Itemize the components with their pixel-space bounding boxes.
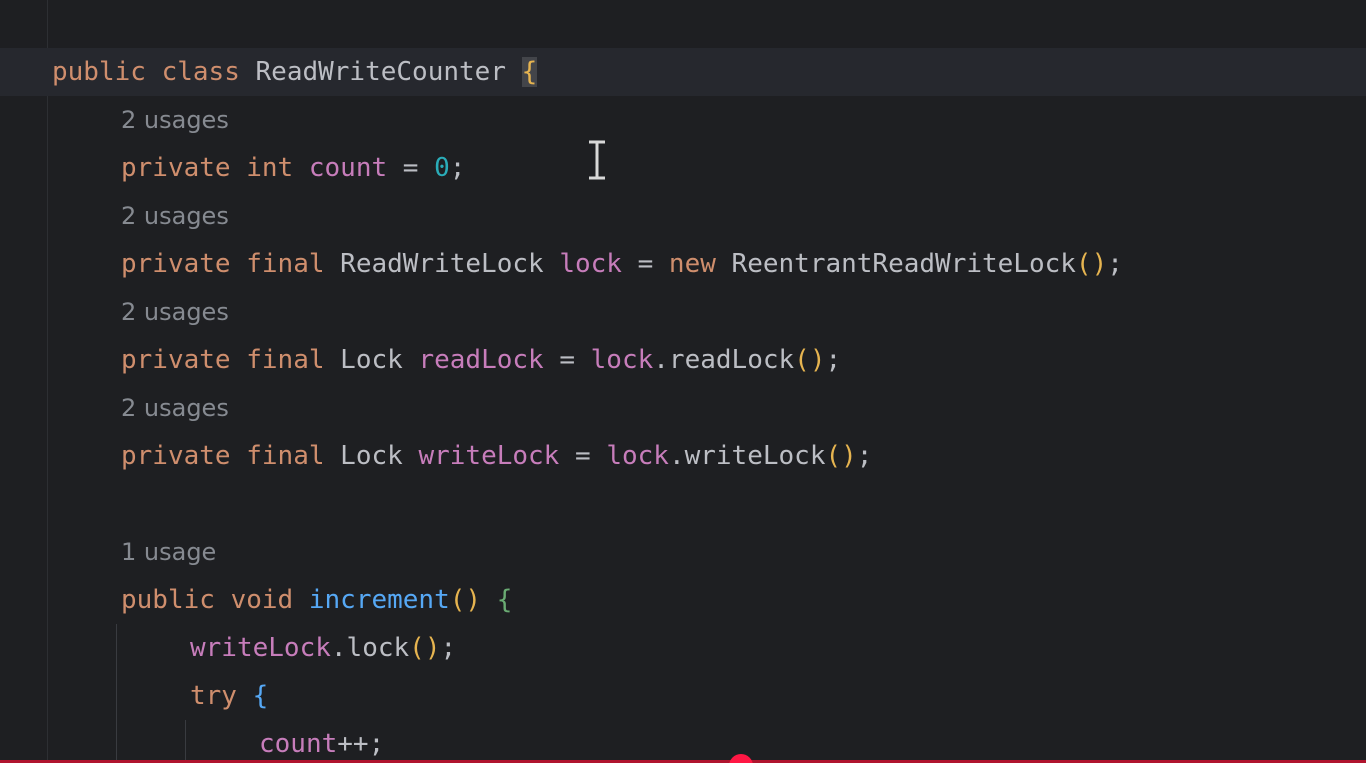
field-count: count xyxy=(259,729,338,759)
method-name-increment: increment xyxy=(308,585,450,615)
lock-reference: lock xyxy=(590,345,654,375)
write-lock-reference: writeLock xyxy=(190,633,331,663)
keyword-final: final xyxy=(246,441,325,471)
code-line-increment-declaration[interactable]: public void increment() { xyxy=(121,576,512,624)
usages-hint-write-lock[interactable]: 2 usages xyxy=(121,384,229,432)
code-line-try[interactable]: try { xyxy=(190,672,268,720)
field-lock: lock xyxy=(559,249,622,279)
indent-guide-method xyxy=(116,624,117,763)
keyword-public: public xyxy=(52,57,146,87)
usages-hint-lock[interactable]: 2 usages xyxy=(121,192,229,240)
parens: () xyxy=(1075,249,1108,279)
method-lock: .lock xyxy=(330,633,410,663)
number-literal: 0 xyxy=(434,153,450,183)
recording-indicator-icon xyxy=(729,754,753,763)
parens: () xyxy=(794,345,826,375)
assign-operator: = xyxy=(559,345,575,375)
method-open-brace: { xyxy=(496,585,513,615)
semicolon: ; xyxy=(449,153,466,183)
type-lock: Lock xyxy=(340,441,403,471)
lock-reference: lock xyxy=(606,441,669,471)
code-line-write-lock-call[interactable]: writeLock.lock(); xyxy=(190,624,456,672)
indent-guide-try xyxy=(185,720,186,763)
usages-hint-increment[interactable]: 1 usage xyxy=(121,528,216,576)
gutter-divider xyxy=(47,0,48,763)
code-editor[interactable]: public class ReadWriteCounter { 2 usages… xyxy=(0,0,1366,763)
keyword-new: new xyxy=(668,249,716,279)
semicolon: ; xyxy=(440,633,457,663)
constructor-name: ReentrantReadWriteLock xyxy=(731,249,1076,279)
semicolon: ; xyxy=(825,345,842,375)
text-cursor-icon xyxy=(589,140,605,180)
keyword-final: final xyxy=(246,345,325,375)
keyword-int: int xyxy=(246,153,294,183)
field-read-lock: readLock xyxy=(418,345,544,375)
method-write-lock: .writeLock xyxy=(668,441,826,471)
try-open-brace: { xyxy=(252,681,269,711)
keyword-void: void xyxy=(230,585,294,615)
code-line-read-lock-field[interactable]: private final Lock readLock = lock.readL… xyxy=(121,336,841,384)
code-line-count-field[interactable]: private int count = 0; xyxy=(121,144,465,192)
code-line-lock-field[interactable]: private final ReadWriteLock lock = new R… xyxy=(121,240,1123,288)
keyword-public: public xyxy=(121,585,215,615)
method-read-lock: .readLock xyxy=(653,345,795,375)
code-line-count-increment[interactable]: count++; xyxy=(259,720,384,763)
type-readwritelock: ReadWriteLock xyxy=(340,249,544,279)
assign-operator: = xyxy=(637,249,654,279)
code-line-class-declaration[interactable]: public class ReadWriteCounter { xyxy=(52,48,538,96)
assign-operator: = xyxy=(402,153,419,183)
increment-operator: ++; xyxy=(337,729,385,759)
keyword-class: class xyxy=(161,57,240,87)
keyword-try: try xyxy=(190,681,237,711)
class-name: ReadWriteCounter xyxy=(255,57,506,87)
keyword-private: private xyxy=(121,249,231,279)
class-open-brace: { xyxy=(521,57,538,87)
semicolon: ; xyxy=(856,441,873,471)
semicolon: ; xyxy=(1107,249,1123,279)
field-count: count xyxy=(308,153,388,183)
assign-operator: = xyxy=(575,441,591,471)
keyword-private: private xyxy=(121,153,231,183)
keyword-final: final xyxy=(246,249,325,279)
usages-hint-count[interactable]: 2 usages xyxy=(121,96,229,144)
field-write-lock: writeLock xyxy=(418,441,560,471)
parens: () xyxy=(825,441,857,471)
parens: () xyxy=(449,585,482,615)
parens: () xyxy=(409,633,441,663)
type-lock: Lock xyxy=(340,345,403,375)
usages-hint-read-lock[interactable]: 2 usages xyxy=(121,288,229,336)
keyword-private: private xyxy=(121,345,231,375)
keyword-private: private xyxy=(121,441,231,471)
code-line-write-lock-field[interactable]: private final Lock writeLock = lock.writ… xyxy=(121,432,872,480)
